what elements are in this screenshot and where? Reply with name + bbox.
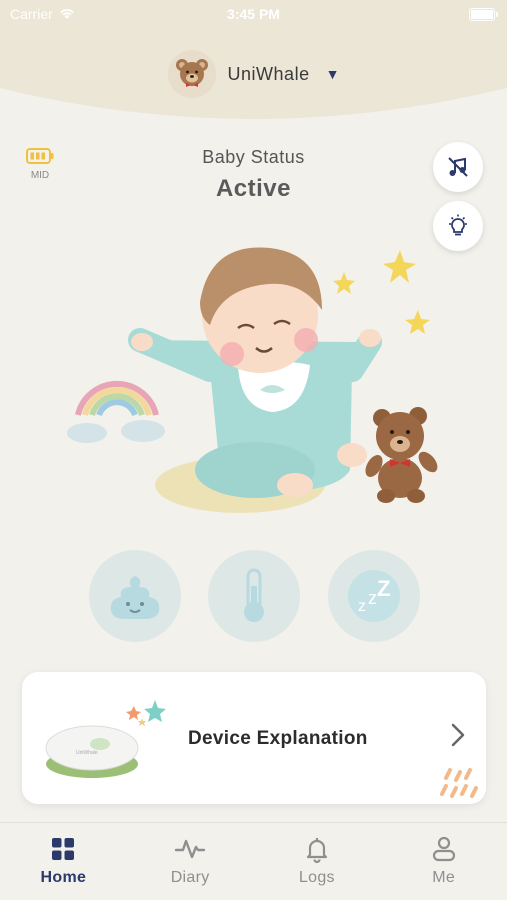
rainbow-icon: [67, 380, 165, 443]
tab-bar: Home Diary Logs Me: [0, 822, 507, 900]
svg-text:Z: Z: [377, 576, 390, 601]
avatar: [167, 50, 216, 98]
decorative-dots-icon: [440, 768, 478, 798]
profile-name: UniWhale: [227, 63, 310, 84]
thermometer-icon: [244, 568, 264, 622]
svg-text:z: z: [368, 588, 377, 608]
tab-diary-label: Diary: [170, 869, 210, 886]
tab-me[interactable]: Me: [380, 823, 507, 900]
svg-text:UniWhale: UniWhale: [76, 750, 98, 756]
chevron-right-icon: [451, 723, 465, 747]
tab-me-label: Me: [432, 869, 456, 886]
device-image: UniWhale: [45, 700, 166, 778]
activity-pulse-icon: [174, 839, 206, 859]
poop-icon: [110, 576, 160, 619]
star-icons: [333, 250, 430, 334]
user-profile-icon: [432, 836, 455, 862]
battery-icon: [469, 8, 498, 21]
tab-diary[interactable]: Diary: [127, 823, 254, 900]
sleep-zzz-icon: z z Z: [348, 570, 400, 622]
temperature-status-indicator[interactable]: [208, 550, 300, 642]
card-title: Device Explanation: [188, 728, 368, 749]
bell-icon: [306, 838, 327, 863]
home-grid-icon: [52, 838, 75, 860]
teddy-bear-icon: [365, 407, 438, 503]
music-off-button[interactable]: [433, 142, 483, 192]
clock: 3:45 PM: [227, 6, 280, 22]
status-bar: Carrier 3:45 PM: [0, 0, 507, 30]
music-off-icon: [448, 157, 468, 177]
dropdown-arrow-icon[interactable]: ▼: [326, 66, 340, 82]
teddy-bear-avatar-icon: [175, 59, 208, 87]
poop-status-indicator[interactable]: [89, 550, 181, 642]
profile-selector[interactable]: UniWhale ▼: [0, 50, 507, 98]
baby-status-value: Active: [215, 175, 292, 202]
sleep-status-indicator[interactable]: z z Z: [328, 550, 420, 642]
svg-text:z: z: [358, 598, 366, 615]
tab-logs-label: Logs: [298, 869, 335, 886]
tab-home-label: Home: [40, 869, 87, 886]
device-explanation-card[interactable]: UniWhale Device Explanation: [22, 672, 486, 804]
baby-illustration: [60, 230, 450, 530]
tab-home[interactable]: Home: [0, 823, 127, 900]
baby-playing-illustration: [67, 247, 438, 513]
tab-logs[interactable]: Logs: [254, 823, 381, 900]
baby-status-title: Baby Status: [202, 147, 305, 167]
